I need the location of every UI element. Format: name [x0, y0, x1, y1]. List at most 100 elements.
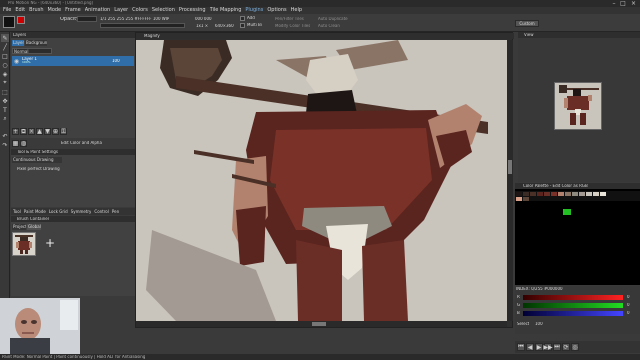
move-icon[interactable]: ✥	[1, 97, 9, 105]
tab-paint-mode[interactable]: Paint Mode	[24, 208, 46, 215]
tab-project[interactable]: Project	[12, 224, 26, 230]
first-frame-icon[interactable]: ⏮	[517, 343, 525, 351]
select-icon[interactable]: ⬚	[1, 88, 9, 96]
palette-swatch[interactable]	[516, 197, 522, 201]
maximize-icon[interactable]: □	[619, 0, 627, 7]
pencil-icon[interactable]: ✎	[1, 34, 9, 42]
palette-swatch[interactable]	[537, 192, 543, 196]
palette-tool-icon[interactable]: ▦	[12, 140, 19, 147]
canvas-horizontal-scrollbar[interactable]	[136, 321, 507, 327]
palette-swatch[interactable]	[586, 192, 592, 196]
onion-skin-icon[interactable]: ◎	[571, 343, 579, 351]
blend-mode-select[interactable]: Normal	[12, 48, 52, 54]
tab-pen[interactable]: Pen	[112, 208, 119, 215]
text-icon[interactable]: T	[1, 106, 9, 114]
add-checkbox[interactable]	[240, 16, 245, 21]
background-color-swatch[interactable]	[17, 16, 25, 24]
menu-item-brush[interactable]: Brush	[29, 7, 43, 14]
lock-icon[interactable]: ⚿	[60, 128, 67, 135]
redo-icon[interactable]: ↷	[1, 141, 9, 149]
palette-swatch[interactable]	[593, 192, 599, 196]
menu-item-options[interactable]: Options	[267, 7, 286, 14]
circle-icon[interactable]: ○	[1, 61, 9, 69]
undo-icon[interactable]: ↶	[1, 132, 9, 140]
menu-item-selection[interactable]: Selection	[152, 7, 175, 14]
next-frame-icon[interactable]: ▶▶	[543, 343, 553, 351]
brush-thumbnail[interactable]	[12, 232, 36, 256]
fill-icon[interactable]: ◈	[1, 70, 9, 78]
tab-tool[interactable]: Tool	[13, 208, 21, 215]
picker-icon[interactable]: ⌖	[1, 79, 9, 87]
select-value[interactable]: 100	[535, 322, 543, 326]
palette-swatch[interactable]	[565, 192, 571, 196]
rectangle-icon[interactable]: □	[1, 52, 9, 60]
new-layer-icon[interactable]: +	[12, 128, 19, 135]
layer-row[interactable]: Layer 1 100% 100 ◉	[12, 56, 134, 66]
menu-item-processing[interactable]: Processing	[179, 7, 206, 14]
b-channel-slider[interactable]	[523, 311, 623, 316]
r-channel-value[interactable]: 0	[627, 295, 630, 299]
custom-button[interactable]: Custom	[515, 20, 539, 27]
tab-symmetry[interactable]: Symmetry	[71, 208, 92, 215]
palette-swatch[interactable]	[558, 192, 564, 196]
canvas-vertical-scrollbar[interactable]	[507, 40, 513, 321]
tab-control[interactable]: Control	[94, 208, 108, 215]
brush-tool-icon[interactable]: ◍	[20, 140, 27, 147]
menu-item-help[interactable]: Help	[291, 7, 302, 14]
palette-swatch[interactable]	[579, 192, 585, 196]
palette-swatch[interactable]	[530, 192, 536, 196]
pixel-art-canvas[interactable]	[136, 40, 507, 321]
menu-item-file[interactable]: File	[3, 7, 11, 14]
foreground-color-swatch[interactable]	[3, 16, 15, 28]
canvas-horizontal-scroll-thumb[interactable]	[312, 322, 326, 326]
menu-item-tile-mapping[interactable]: Tile Mapping	[210, 7, 242, 14]
pixel-perfect-option[interactable]: Pixel perfect Drawing	[17, 167, 60, 171]
menu-item-mode[interactable]: Mode	[48, 7, 62, 14]
palette-swatch[interactable]	[551, 192, 557, 196]
timeline-slider[interactable]	[100, 23, 185, 28]
g-channel-value[interactable]: 0	[627, 303, 630, 307]
move-up-icon[interactable]: ▲	[36, 128, 43, 135]
tab-continuous-drawing[interactable]: Continuous Drawing	[12, 157, 62, 163]
r-channel-slider[interactable]	[523, 295, 623, 300]
tab-lock-grid[interactable]: Lock Grid	[49, 208, 68, 215]
delete-layer-icon[interactable]: ×	[28, 128, 35, 135]
minimize-icon[interactable]: –	[610, 0, 618, 7]
menu-item-plugins[interactable]: Plugins	[245, 7, 263, 14]
canvas-vertical-scroll-thumb[interactable]	[508, 160, 512, 174]
palette-swatch[interactable]	[544, 192, 550, 196]
b-channel-value[interactable]: 0	[627, 311, 630, 315]
loop-icon[interactable]: ⟳	[562, 343, 570, 351]
menu-item-frame[interactable]: Frame	[65, 7, 81, 14]
g-channel-slider[interactable]	[523, 303, 623, 308]
merge-icon[interactable]: ⊕	[52, 128, 59, 135]
palette-swatch[interactable]	[572, 192, 578, 196]
eye-icon[interactable]: ◉	[13, 57, 20, 65]
palette-swatch[interactable]	[523, 197, 529, 201]
close-icon[interactable]: ×	[629, 0, 638, 7]
palette-swatch[interactable]	[516, 192, 522, 196]
edit-color-label[interactable]: Edit Color and Alpha	[61, 141, 102, 145]
menu-item-edit[interactable]: Edit	[15, 7, 25, 14]
multi-checkbox[interactable]	[240, 23, 245, 28]
prev-frame-icon[interactable]: ◀	[526, 343, 534, 351]
menu-item-colors[interactable]: Colors	[132, 7, 148, 14]
menu-item-animation[interactable]: Animation	[85, 7, 111, 14]
menu-item-layer[interactable]: Layer	[114, 7, 128, 14]
line-icon[interactable]: ╱	[1, 43, 9, 51]
play-icon[interactable]: ▶	[535, 343, 543, 351]
last-frame-icon[interactable]: ⏭	[553, 343, 561, 351]
palette-selected-color[interactable]	[563, 209, 571, 215]
duplicate-layer-icon[interactable]: ⧉	[20, 128, 27, 135]
palette-swatch-row[interactable]	[515, 191, 640, 201]
add-brush-button[interactable]: +	[41, 234, 59, 252]
view-preview[interactable]	[554, 82, 602, 130]
tab-global[interactable]: Global	[27, 224, 41, 230]
move-down-icon[interactable]: ▼	[44, 128, 51, 135]
palette-swatch[interactable]	[600, 192, 606, 196]
palette-swatch[interactable]	[523, 192, 529, 196]
tab-layers[interactable]: Layers	[12, 40, 24, 46]
tab-background[interactable]: Background	[25, 40, 47, 46]
opacity-field[interactable]	[77, 16, 97, 22]
zoom-icon[interactable]: ⌕	[1, 115, 9, 123]
